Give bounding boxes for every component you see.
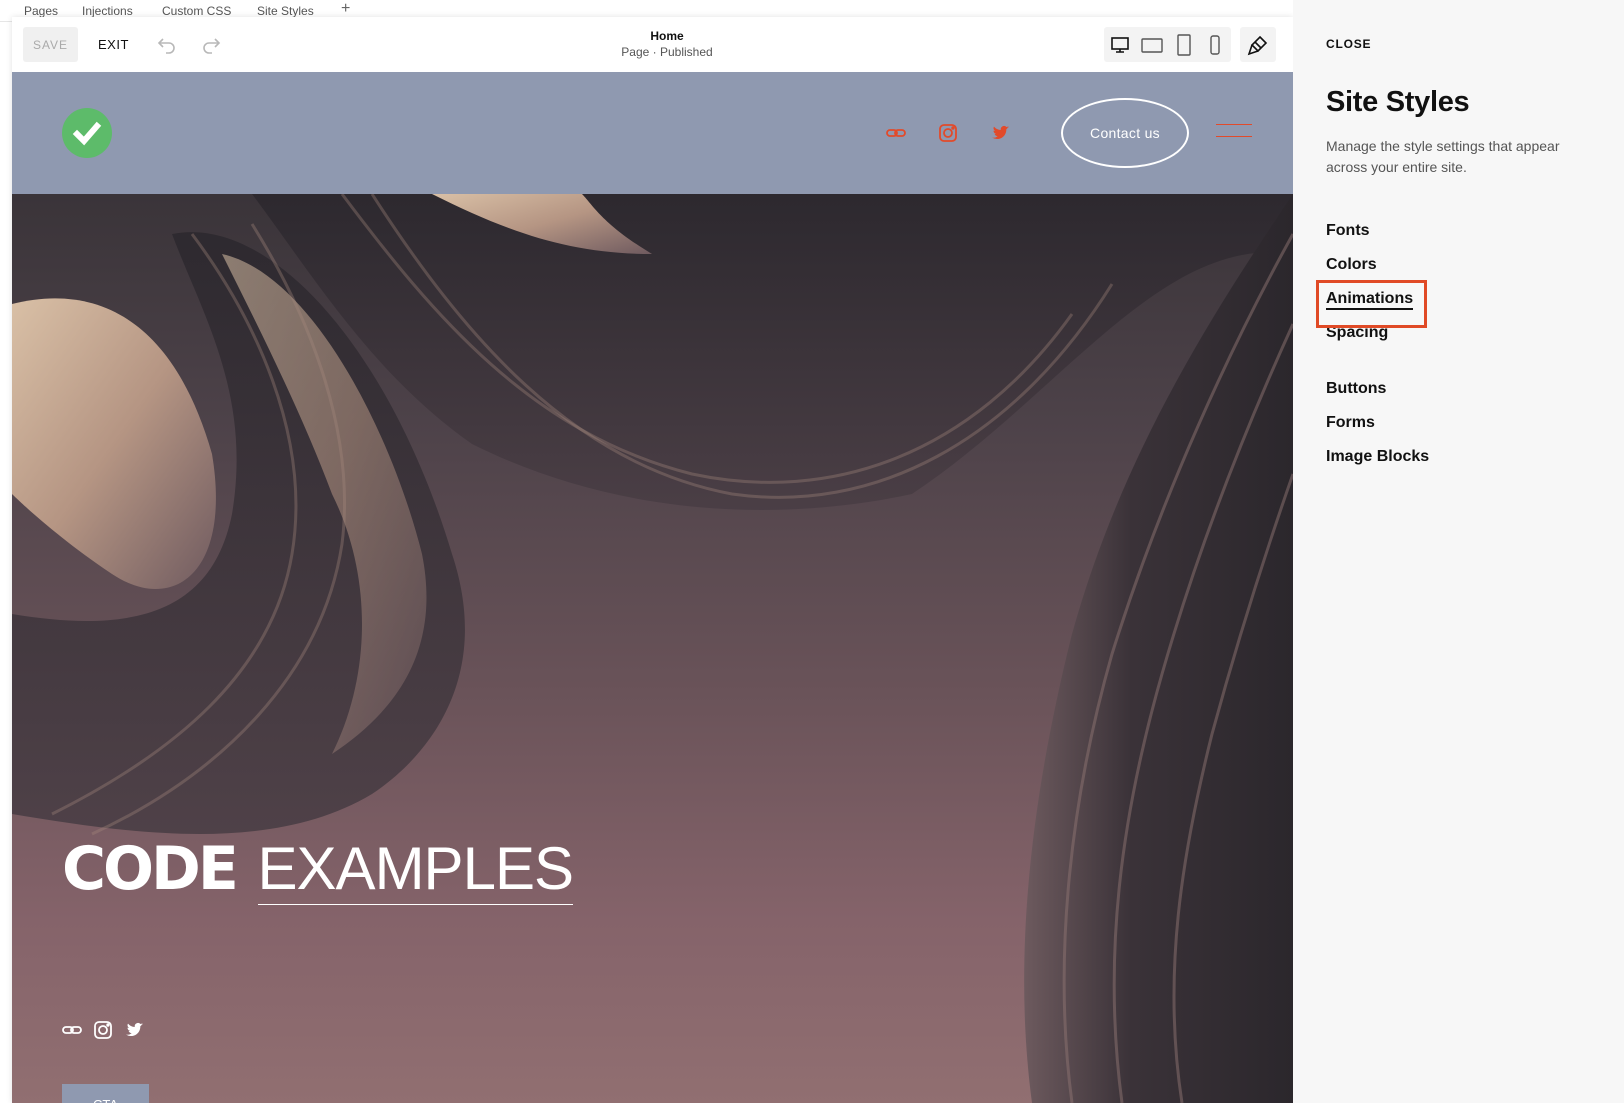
menu-item-buttons[interactable]: Buttons xyxy=(1326,380,1386,398)
page-status: Page · Published xyxy=(621,45,713,59)
menu-icon[interactable] xyxy=(1216,122,1252,140)
hero-background-image xyxy=(12,194,1293,1103)
hero-section: CODE EXAMPLES CTA xyxy=(12,194,1293,1103)
editor-toolbar: SAVE EXIT Home Page · Published xyxy=(12,17,1293,72)
dev-tab-injections[interactable]: Injections xyxy=(82,4,133,18)
link-icon[interactable] xyxy=(885,122,907,144)
twitter-icon[interactable] xyxy=(989,122,1011,144)
mobile-icon[interactable] xyxy=(1204,34,1226,56)
highlight-box xyxy=(1316,280,1427,328)
instagram-icon[interactable] xyxy=(937,122,959,144)
dev-tab-site-styles[interactable]: Site Styles xyxy=(257,4,314,18)
menu-item-label: Image Blocks xyxy=(1326,448,1430,465)
paintbrush-icon[interactable] xyxy=(1240,27,1276,62)
device-switcher xyxy=(1104,27,1231,62)
panel-title: Site Styles xyxy=(1326,86,1470,118)
menu-item-forms[interactable]: Forms xyxy=(1326,414,1375,432)
add-tab-button[interactable]: + xyxy=(341,0,350,18)
editor-frame: SAVE EXIT Home Page · Published Contact … xyxy=(12,17,1293,1103)
close-button[interactable]: CLOSE xyxy=(1326,37,1371,51)
menu-item-label: Fonts xyxy=(1326,222,1370,239)
save-button[interactable]: SAVE xyxy=(23,27,78,62)
site-styles-panel: CLOSE Site Styles Manage the style setti… xyxy=(1293,0,1624,1103)
exit-button[interactable]: EXIT xyxy=(98,27,129,62)
twitter-icon[interactable] xyxy=(123,1019,145,1041)
menu-item-label: Forms xyxy=(1326,414,1375,431)
instagram-icon[interactable] xyxy=(92,1019,114,1041)
page-title: Home xyxy=(650,29,684,43)
menu-item-image-blocks[interactable]: Image Blocks xyxy=(1326,448,1429,466)
site-header: Contact us xyxy=(12,72,1293,194)
dev-tab-custom-css[interactable]: Custom CSS xyxy=(162,4,231,18)
cta-button[interactable]: CTA xyxy=(62,1084,149,1103)
contact-button[interactable]: Contact us xyxy=(1061,98,1189,168)
hero-title-bold: CODE xyxy=(62,834,239,904)
menu-item-colors[interactable]: Colors xyxy=(1326,256,1377,274)
menu-item-label: Buttons xyxy=(1326,380,1387,397)
tablet-landscape-icon[interactable] xyxy=(1141,34,1163,56)
menu-item-label: Colors xyxy=(1326,256,1377,273)
hero-title: CODE EXAMPLES xyxy=(62,834,574,905)
menu-item-fonts[interactable]: Fonts xyxy=(1326,222,1370,240)
link-icon[interactable] xyxy=(61,1019,83,1041)
undo-icon[interactable] xyxy=(155,33,179,57)
desktop-icon[interactable] xyxy=(1109,34,1131,56)
redo-icon[interactable] xyxy=(199,33,223,57)
panel-description: Manage the style settings that appear ac… xyxy=(1326,138,1560,175)
hero-title-light: EXAMPLES xyxy=(257,835,574,905)
tablet-portrait-icon[interactable] xyxy=(1173,34,1195,56)
dev-tab-pages[interactable]: Pages xyxy=(24,4,58,18)
logo-checkmark-icon[interactable] xyxy=(62,108,112,158)
